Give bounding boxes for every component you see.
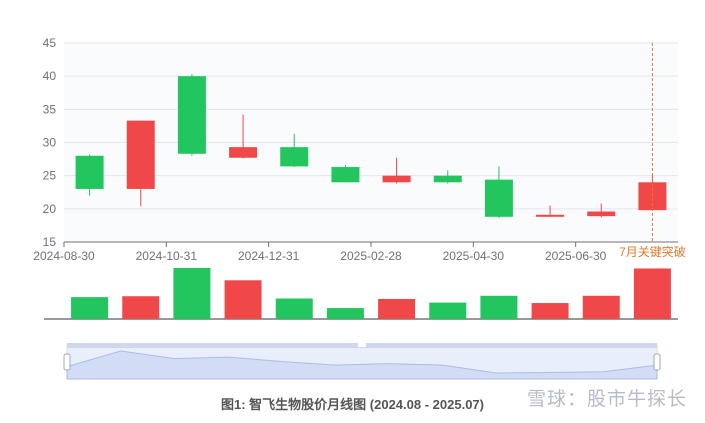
- x-tick-label: 2025-04-30: [443, 249, 505, 263]
- volume-bar: [173, 268, 211, 319]
- slider-handle-right: [653, 353, 661, 371]
- y-tick-label: 25: [43, 169, 57, 183]
- volume-bar: [71, 297, 109, 319]
- y-tick-label: 30: [43, 136, 57, 150]
- candle-body: [331, 167, 360, 183]
- chart-svg: 15 20 25 30 35 40 45 2024-08-30 2024-10-31 2024-1…: [33, 36, 686, 380]
- candle-body: [126, 120, 155, 189]
- volume-bar: [326, 308, 364, 319]
- x-tick-label: 2024-10-31: [136, 249, 198, 263]
- volume-bar: [429, 302, 467, 319]
- candle-body: [280, 147, 309, 167]
- candle-body: [229, 147, 258, 158]
- volume-bar: [224, 280, 262, 319]
- volume-bar: [582, 295, 620, 319]
- y-tick-label: 35: [43, 102, 57, 116]
- candle-body: [75, 155, 104, 189]
- candle-body: [484, 179, 513, 217]
- volume-bar: [378, 298, 416, 319]
- y-tick-label: 20: [43, 202, 57, 216]
- volume-bar: [480, 295, 518, 319]
- candle-body: [177, 76, 206, 154]
- watermark: 雪球：股市牛探长: [526, 388, 687, 410]
- x-tick-label: 2024-12-31: [238, 249, 300, 263]
- y-tick-label: 45: [43, 36, 57, 50]
- candle-body: [433, 175, 462, 183]
- volume-bar: [122, 296, 160, 319]
- y-tick-label: 15: [43, 235, 57, 249]
- y-tick-label: 40: [43, 69, 57, 83]
- candle-body: [382, 175, 411, 183]
- x-tick-label: 2025-02-28: [340, 249, 402, 263]
- slider-grip: [358, 343, 366, 347]
- annotation-label: 7月关键突破: [619, 244, 686, 259]
- volume-bar: [633, 268, 671, 319]
- x-tick-label: 2025-06-30: [545, 249, 607, 263]
- candle-body: [587, 211, 616, 217]
- candlestick-chart: 15 20 25 30 35 40 45 2024-08-30 2024-10-31 2024-1…: [0, 0, 705, 418]
- volume-bar: [531, 303, 569, 319]
- x-tick-label: 2024-08-30: [33, 249, 95, 263]
- volume-bar: [275, 298, 313, 319]
- candle-body: [536, 214, 565, 217]
- slider-handle-left: [63, 353, 71, 371]
